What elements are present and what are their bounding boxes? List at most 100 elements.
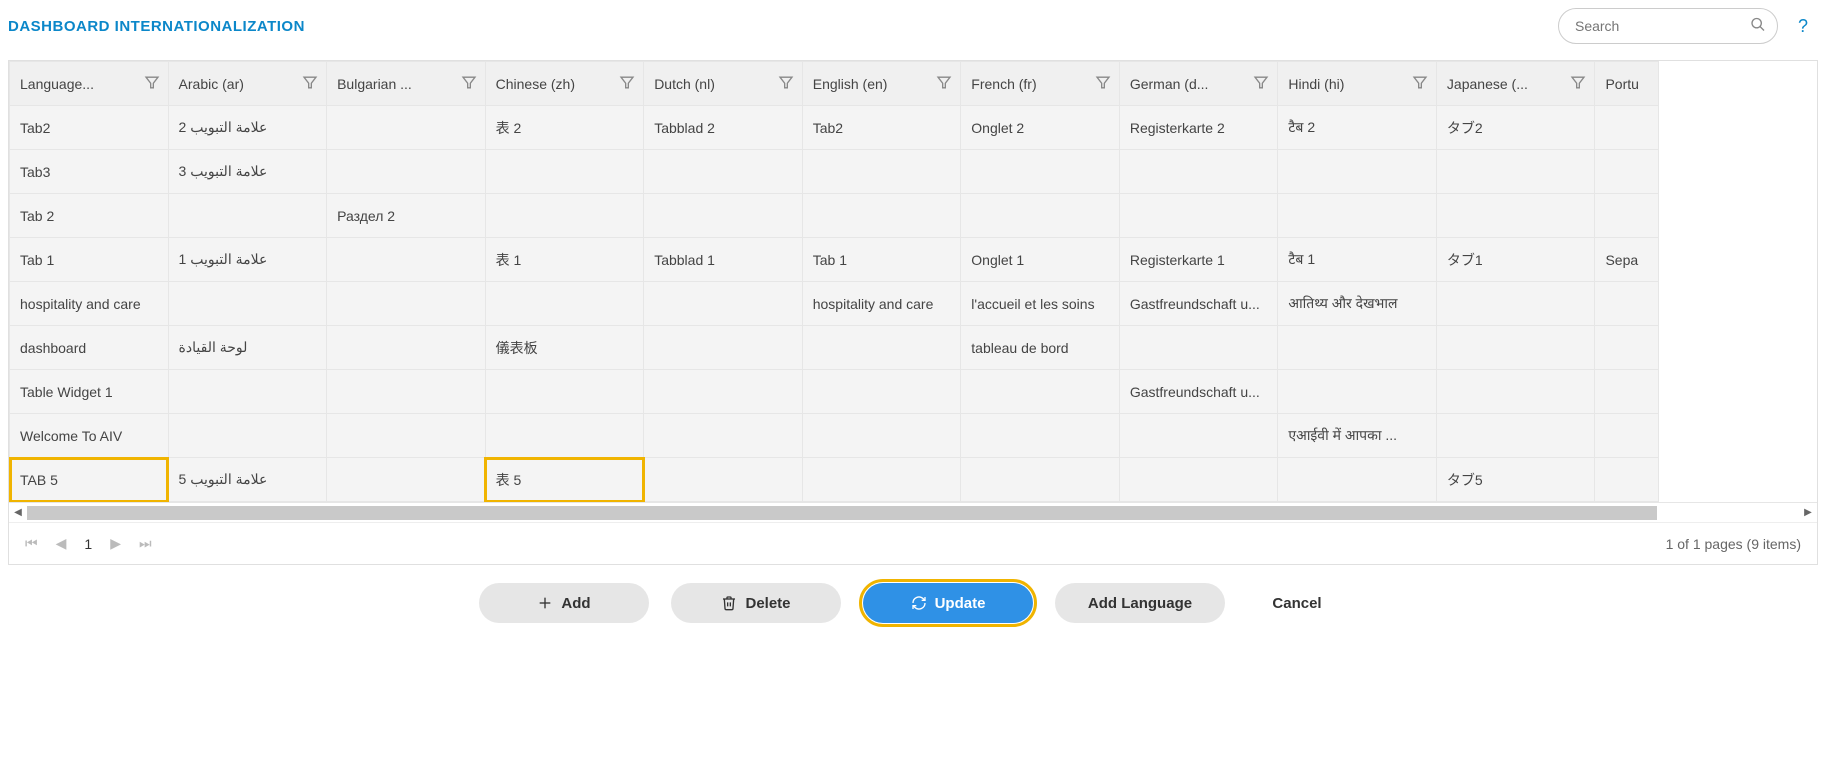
cell-nl[interactable] [644,458,803,502]
cell-bg[interactable] [327,238,486,282]
cell-fr[interactable] [961,150,1120,194]
cell-ar[interactable] [168,194,327,238]
filter-icon[interactable] [1570,74,1586,93]
cell-zh[interactable]: 表 5 [485,458,644,502]
cell-pt[interactable] [1595,326,1659,370]
scroll-left-icon[interactable]: ◀ [9,507,27,518]
cell-pt[interactable] [1595,194,1659,238]
table-row[interactable]: Tab 1علامة التبويب 1表 1Tabblad 1Tab 1Ong… [10,238,1659,282]
column-header-zh[interactable]: Chinese (zh) [485,62,644,106]
delete-button[interactable]: Delete [671,583,841,623]
cell-ja[interactable]: タブ5 [1436,458,1595,502]
cell-de[interactable]: Registerkarte 2 [1119,106,1278,150]
cell-nl[interactable]: Tabblad 2 [644,106,803,150]
cell-bg[interactable]: Раздел 2 [327,194,486,238]
filter-icon[interactable] [936,74,952,93]
cell-zh[interactable] [485,370,644,414]
cell-en[interactable]: Tab 1 [802,238,961,282]
cell-ar[interactable] [168,282,327,326]
filter-icon[interactable] [302,74,318,93]
cell-nl[interactable] [644,370,803,414]
cell-zh[interactable]: 表 1 [485,238,644,282]
cell-lang[interactable]: dashboard [10,326,169,370]
update-button[interactable]: Update [863,583,1033,623]
cell-lang[interactable]: Tab2 [10,106,169,150]
cell-fr[interactable]: l'accueil et les soins [961,282,1120,326]
cell-nl[interactable] [644,414,803,458]
cell-pt[interactable] [1595,150,1659,194]
cell-ja[interactable]: タブ2 [1436,106,1595,150]
cell-ja[interactable] [1436,414,1595,458]
cell-ja[interactable]: タブ1 [1436,238,1595,282]
cell-de[interactable] [1119,194,1278,238]
filter-icon[interactable] [144,74,160,93]
cell-ar[interactable] [168,370,327,414]
cell-fr[interactable] [961,194,1120,238]
horizontal-scrollbar[interactable]: ◀ ▶ [9,502,1817,522]
cell-hi[interactable] [1278,194,1437,238]
cell-zh[interactable] [485,194,644,238]
cell-hi[interactable] [1278,458,1437,502]
cell-lang[interactable]: Tab3 [10,150,169,194]
cell-bg[interactable] [327,370,486,414]
table-row[interactable]: Welcome To AIVएआईवी में आपका ... [10,414,1659,458]
column-header-fr[interactable]: French (fr) [961,62,1120,106]
cell-pt[interactable]: Sepa [1595,238,1659,282]
column-header-nl[interactable]: Dutch (nl) [644,62,803,106]
filter-icon[interactable] [619,74,635,93]
cell-ar[interactable]: علامة التبويب 5 [168,458,327,502]
filter-icon[interactable] [1253,74,1269,93]
cell-ar[interactable] [168,414,327,458]
pager-prev-icon[interactable]: ◀ [56,535,67,552]
cell-bg[interactable] [327,282,486,326]
column-header-de[interactable]: German (d... [1119,62,1278,106]
cell-fr[interactable] [961,458,1120,502]
table-row[interactable]: Tab2علامة التبويب 2表 2Tabblad 2Tab2Ongle… [10,106,1659,150]
pager-first-icon[interactable]: ⏮ [25,535,38,552]
column-header-hi[interactable]: Hindi (hi) [1278,62,1437,106]
cell-lang[interactable]: Tab 1 [10,238,169,282]
cell-hi[interactable] [1278,326,1437,370]
cell-ar[interactable]: علامة التبويب 3 [168,150,327,194]
table-row[interactable]: dashboardلوحة القيادة儀表板tableau de bord [10,326,1659,370]
column-header-ja[interactable]: Japanese (... [1436,62,1595,106]
help-icon[interactable]: ? [1798,16,1814,37]
cell-de[interactable]: Gastfreundschaft u... [1119,370,1278,414]
cell-pt[interactable] [1595,414,1659,458]
cell-pt[interactable] [1595,370,1659,414]
cell-zh[interactable]: 表 2 [485,106,644,150]
cell-zh[interactable] [485,282,644,326]
search-icon[interactable] [1750,17,1766,36]
add-button[interactable]: Add [479,583,649,623]
cell-nl[interactable] [644,150,803,194]
cell-en[interactable]: Tab2 [802,106,961,150]
cell-hi[interactable]: टैब 2 [1278,106,1437,150]
cell-hi[interactable]: टैब 1 [1278,238,1437,282]
cell-lang[interactable]: Table Widget 1 [10,370,169,414]
cell-bg[interactable] [327,150,486,194]
cell-lang[interactable]: Welcome To AIV [10,414,169,458]
cell-de[interactable] [1119,150,1278,194]
cell-fr[interactable] [961,370,1120,414]
cell-en[interactable] [802,370,961,414]
cell-fr[interactable]: tableau de bord [961,326,1120,370]
cell-ar[interactable]: لوحة القيادة [168,326,327,370]
cancel-button[interactable]: Cancel [1247,583,1347,623]
table-row[interactable]: Tab 2Раздел 2 [10,194,1659,238]
cell-nl[interactable] [644,194,803,238]
cell-de[interactable]: Registerkarte 1 [1119,238,1278,282]
add-language-button[interactable]: Add Language [1055,583,1225,623]
cell-ar[interactable]: علامة التبويب 1 [168,238,327,282]
cell-zh[interactable] [485,414,644,458]
column-header-bg[interactable]: Bulgarian ... [327,62,486,106]
table-row[interactable]: Tab3علامة التبويب 3 [10,150,1659,194]
cell-fr[interactable]: Onglet 2 [961,106,1120,150]
filter-icon[interactable] [778,74,794,93]
cell-bg[interactable] [327,106,486,150]
cell-bg[interactable] [327,458,486,502]
cell-hi[interactable]: आतिथ्य और देखभाल [1278,282,1437,326]
cell-en[interactable] [802,414,961,458]
cell-de[interactable] [1119,414,1278,458]
column-header-ar[interactable]: Arabic (ar) [168,62,327,106]
cell-fr[interactable]: Onglet 1 [961,238,1120,282]
